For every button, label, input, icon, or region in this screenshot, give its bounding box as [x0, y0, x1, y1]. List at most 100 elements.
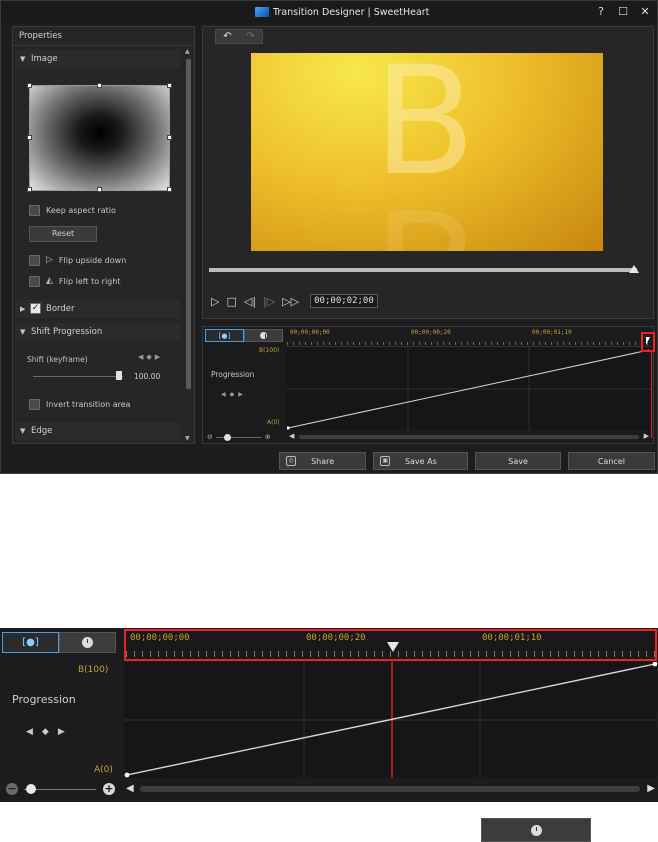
play-icon[interactable]: ▷: [211, 295, 219, 308]
close-icon[interactable]: ✕: [639, 5, 651, 18]
invert-transition-area-option[interactable]: Invert transition area: [29, 397, 131, 411]
playhead-line: [651, 352, 652, 438]
previous-frame-icon[interactable]: ◁|: [244, 295, 256, 308]
flip-left-right-option[interactable]: ◭ Flip left to right: [29, 274, 120, 288]
zoomed-keyframe-timeline: [●] 00;00;00;00 00;00;00;20 00;00;01;10 …: [0, 628, 658, 802]
resize-handle[interactable]: [167, 135, 172, 140]
clock-mode-button[interactable]: [244, 329, 283, 342]
resize-handle[interactable]: [27, 187, 32, 192]
progression-keyframe-nav[interactable]: ◀◆▶: [221, 391, 247, 398]
resize-handle[interactable]: [27, 135, 32, 140]
undo-icon[interactable]: ↶: [223, 31, 231, 42]
title-bar: Transition Designer | SweetHeart ? ☐ ✕: [1, 1, 657, 23]
keyframe-mode-button[interactable]: [●]: [205, 329, 244, 342]
zoom-out-icon[interactable]: −: [6, 783, 18, 795]
timeline-ruler[interactable]: 00;00;00;00 00;00;00;20 00;00;01;10: [287, 328, 651, 345]
timeline-mode-switch: [●]: [205, 329, 283, 342]
collapse-triangle-icon: ▼: [20, 328, 26, 336]
hscroll-thumb[interactable]: [299, 435, 639, 439]
action-buttons: ◎ Share ▣ Save As Save Cancel: [279, 452, 655, 470]
scroll-down-icon[interactable]: ▼: [185, 435, 190, 442]
seek-thumb[interactable]: [629, 265, 639, 273]
shift-slider-thumb[interactable]: [116, 371, 122, 380]
redo-icon[interactable]: ↷: [246, 31, 254, 42]
zoom-slider-thumb[interactable]: [223, 433, 231, 441]
zoom-slider[interactable]: [215, 433, 262, 441]
y-max-label: B(100): [78, 665, 109, 675]
flip-left-right-checkbox[interactable]: [29, 275, 40, 287]
resize-handle[interactable]: [167, 187, 172, 192]
scrollbar-thumb[interactable]: [186, 59, 191, 389]
y-min-label: A(0): [267, 419, 280, 426]
progression-graph-zoomed[interactable]: [124, 661, 658, 778]
stop-icon[interactable]: □: [226, 295, 236, 308]
expand-triangle-icon: ▶: [20, 305, 26, 313]
fast-forward-icon[interactable]: ▷▷: [282, 295, 299, 308]
ruler-ticks: [287, 342, 651, 345]
invert-transition-area-checkbox[interactable]: [29, 398, 40, 410]
progression-track-label: Progression: [12, 693, 76, 706]
shift-value: 100.00: [134, 372, 161, 381]
keyframe-nav[interactable]: ◀◆▶: [138, 353, 163, 361]
resize-handle[interactable]: [27, 83, 32, 88]
scroll-up-icon[interactable]: ▲: [185, 48, 190, 55]
section-border[interactable]: ▶ ✓ Border: [15, 300, 180, 318]
scroll-left-icon[interactable]: ◀: [289, 432, 294, 440]
scroll-right-icon[interactable]: ▶: [647, 783, 655, 794]
playhead-marker-icon[interactable]: [387, 642, 399, 652]
keyframe-mode-button-zoomed[interactable]: [●]: [2, 632, 59, 653]
next-frame-icon[interactable]: |▷: [263, 295, 275, 308]
keep-aspect-ratio-checkbox[interactable]: [29, 204, 40, 216]
properties-scrollbar[interactable]: ▲ ▼: [184, 47, 193, 443]
resize-handle[interactable]: [167, 83, 172, 88]
save-as-button[interactable]: ▣ Save As: [373, 452, 469, 470]
properties-header: Properties: [13, 27, 194, 46]
resize-handle[interactable]: [97, 187, 102, 192]
progression-keyframe-nav[interactable]: ◀◆▶: [26, 727, 74, 737]
hscroll-thumb[interactable]: [140, 786, 640, 792]
keep-aspect-ratio-option[interactable]: Keep aspect ratio: [29, 203, 116, 217]
transition-designer-window: Transition Designer | SweetHeart ? ☐ ✕ P…: [0, 0, 658, 474]
timeline-hscroll[interactable]: ◀ ▶: [289, 432, 649, 441]
progression-graph[interactable]: [286, 346, 651, 431]
timeline-hscroll-zoomed[interactable]: ◀ ▶: [124, 783, 657, 796]
globe-icon: ◎: [286, 456, 296, 466]
keyframe-start-zoomed: [124, 772, 130, 778]
seek-bar[interactable]: [209, 268, 637, 272]
resize-handle[interactable]: [97, 83, 102, 88]
scroll-left-icon[interactable]: ◀: [126, 783, 134, 794]
zoom-out-icon[interactable]: ⊖: [207, 433, 213, 441]
track-header: B(100) Progression ◀◆▶ A(0): [0, 661, 122, 777]
flip-vertical-icon: ▷: [46, 255, 53, 265]
properties-panel: Properties ▼ Image Keep aspect ratio Res…: [12, 26, 195, 444]
clock-mode-button-callout[interactable]: [481, 818, 591, 842]
clock-mode-button-zoomed[interactable]: [59, 632, 116, 653]
save-as-button-label: Save As: [404, 456, 437, 466]
image-mask-thumbnail[interactable]: [29, 85, 170, 191]
save-button[interactable]: Save: [475, 452, 561, 470]
share-button[interactable]: ◎ Share: [279, 452, 367, 470]
reset-button[interactable]: Reset: [29, 226, 97, 242]
cancel-button[interactable]: Cancel: [567, 452, 655, 470]
collapse-triangle-icon: ▼: [20, 55, 26, 63]
window-title-text: Transition Designer | SweetHeart: [273, 6, 430, 18]
border-checkbox[interactable]: ✓: [30, 303, 41, 314]
section-border-label: Border: [46, 304, 75, 314]
timeline-zoom-zoomed[interactable]: − +: [6, 783, 118, 797]
scroll-right-icon[interactable]: ▶: [644, 432, 649, 440]
help-icon[interactable]: ?: [595, 5, 607, 18]
collapse-triangle-icon: ▼: [20, 427, 26, 435]
zoom-in-icon[interactable]: +: [103, 783, 115, 795]
flip-upside-down-option[interactable]: ▷ Flip upside down: [29, 253, 126, 267]
timeline-zoom[interactable]: ⊖ ⊕: [207, 432, 283, 442]
section-shift-progression[interactable]: ▼ Shift Progression: [15, 323, 180, 341]
zoom-slider-thumb[interactable]: [26, 784, 36, 794]
section-image[interactable]: ▼ Image: [15, 50, 180, 68]
zoom-in-icon[interactable]: ⊕: [265, 433, 271, 441]
shift-slider-track[interactable]: [33, 376, 123, 377]
timecode-display[interactable]: 00;00;02;00: [310, 294, 378, 308]
section-edge[interactable]: ▼ Edge: [15, 422, 180, 440]
maximize-icon[interactable]: ☐: [617, 5, 629, 18]
window-title: Transition Designer | SweetHeart: [255, 4, 429, 20]
flip-upside-down-checkbox[interactable]: [29, 254, 40, 266]
